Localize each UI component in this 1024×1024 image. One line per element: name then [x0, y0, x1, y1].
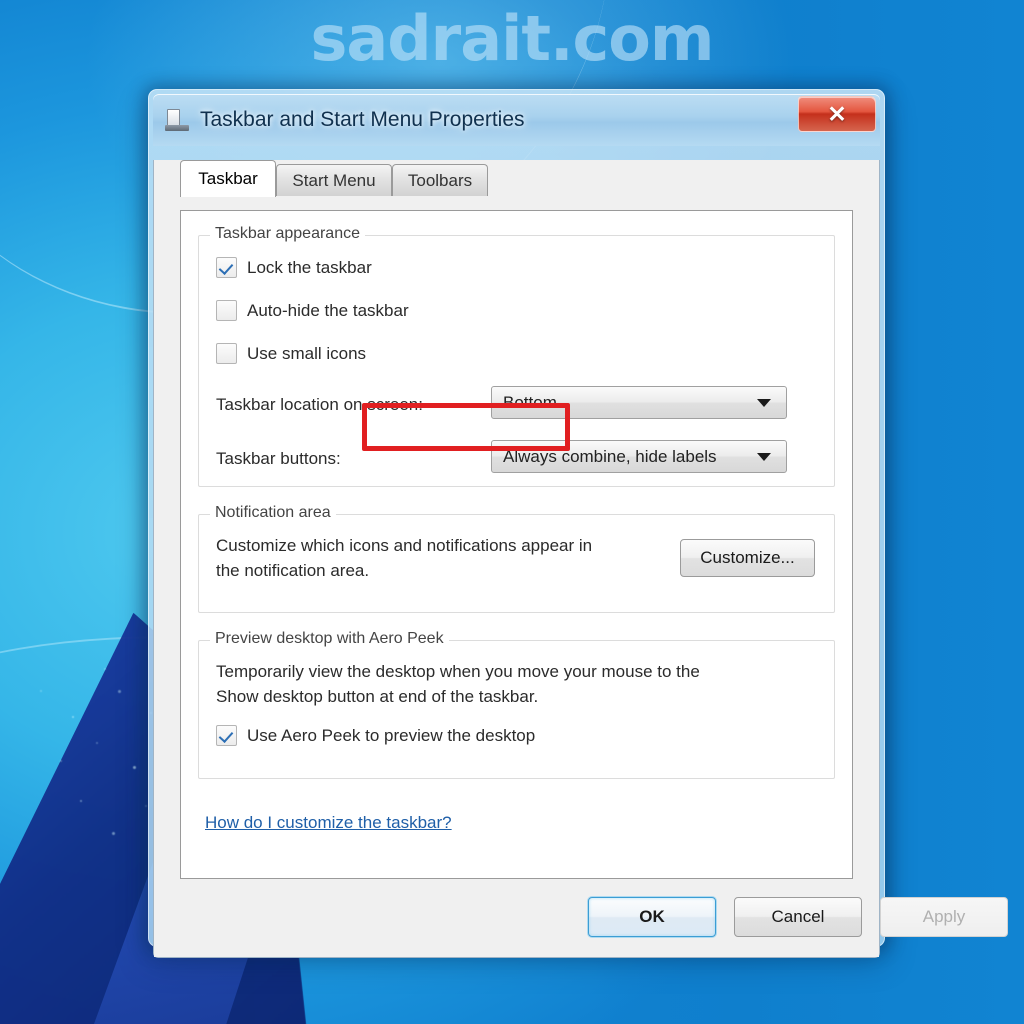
- checkbox-use-aero-peek[interactable]: Use Aero Peek to preview the desktop: [216, 725, 535, 746]
- help-link[interactable]: How do I customize the taskbar?: [205, 813, 452, 833]
- taskbar-buttons-dropdown[interactable]: Always combine, hide labels: [491, 440, 787, 473]
- tab-start-menu[interactable]: Start Menu: [276, 164, 392, 196]
- aero-peek-description-line1: Temporarily view the desktop when you mo…: [216, 659, 700, 684]
- close-icon[interactable]: ✕: [798, 96, 876, 132]
- aero-peek-checkbox-box[interactable]: [216, 725, 237, 746]
- chevron-down-icon: [757, 453, 771, 461]
- checkbox-auto-hide-the-taskbar[interactable]: Auto-hide the taskbar: [216, 300, 409, 321]
- checkbox-use-small-icons[interactable]: Use small icons: [216, 343, 366, 364]
- use-small-icons-label: Use small icons: [247, 344, 366, 364]
- apply-button: Apply: [880, 897, 1008, 937]
- site-watermark: sadrait.com: [0, 2, 1024, 75]
- taskbar-location-dropdown[interactable]: Bottom: [491, 386, 787, 419]
- group-aero-peek-label: Preview desktop with Aero Peek: [210, 630, 449, 648]
- taskbar-icon: [165, 108, 191, 132]
- aero-peek-label: Use Aero Peek to preview the desktop: [247, 726, 535, 746]
- auto-hide-checkbox-box[interactable]: [216, 300, 237, 321]
- use-small-icons-checkbox-box[interactable]: [216, 343, 237, 364]
- taskbar-location-value: Bottom: [492, 393, 757, 413]
- tab-taskbar-label: Taskbar: [198, 169, 258, 189]
- taskbar-buttons-label: Taskbar buttons:: [216, 449, 341, 469]
- auto-hide-label: Auto-hide the taskbar: [247, 301, 409, 321]
- tab-toolbars-label: Toolbars: [408, 171, 472, 191]
- dialog-client-area: Taskbar Start Menu Toolbars Taskbar appe…: [153, 160, 880, 958]
- group-notification-area-label: Notification area: [210, 504, 336, 522]
- notification-area-description-line2: the notification area.: [216, 558, 592, 583]
- tab-start-menu-label: Start Menu: [292, 171, 375, 191]
- group-taskbar-appearance: Taskbar appearance Lock the taskbar Auto…: [198, 235, 835, 487]
- title-bar[interactable]: Taskbar and Start Menu Properties ✕: [153, 94, 880, 146]
- lock-taskbar-label: Lock the taskbar: [247, 258, 372, 278]
- taskbar-tab-panel: Taskbar appearance Lock the taskbar Auto…: [180, 210, 853, 879]
- aero-peek-description: Temporarily view the desktop when you mo…: [216, 659, 700, 709]
- aero-peek-description-line2: Show desktop button at end of the taskba…: [216, 684, 700, 709]
- taskbar-location-label: Taskbar location on screen:: [216, 395, 423, 415]
- chevron-down-icon: [757, 399, 771, 407]
- group-taskbar-appearance-label: Taskbar appearance: [210, 225, 365, 243]
- tab-toolbars[interactable]: Toolbars: [392, 164, 488, 196]
- group-aero-peek: Preview desktop with Aero Peek Temporari…: [198, 640, 835, 779]
- notification-area-description: Customize which icons and notifications …: [216, 533, 592, 583]
- tab-strip: Taskbar Start Menu Toolbars: [180, 160, 879, 196]
- cancel-button[interactable]: Cancel: [734, 897, 862, 937]
- window-title: Taskbar and Start Menu Properties: [200, 108, 525, 132]
- taskbar-buttons-value: Always combine, hide labels: [492, 447, 757, 467]
- taskbar-properties-dialog: Taskbar and Start Menu Properties ✕ Task…: [148, 89, 885, 947]
- ok-button[interactable]: OK: [588, 897, 716, 937]
- notification-area-description-line1: Customize which icons and notifications …: [216, 533, 592, 558]
- tab-taskbar[interactable]: Taskbar: [180, 160, 276, 197]
- checkbox-lock-the-taskbar[interactable]: Lock the taskbar: [216, 257, 372, 278]
- lock-taskbar-checkbox-box[interactable]: [216, 257, 237, 278]
- dialog-button-bar: OK Cancel Apply: [154, 879, 879, 957]
- group-notification-area: Notification area Customize which icons …: [198, 514, 835, 613]
- customize-button[interactable]: Customize...: [680, 539, 815, 577]
